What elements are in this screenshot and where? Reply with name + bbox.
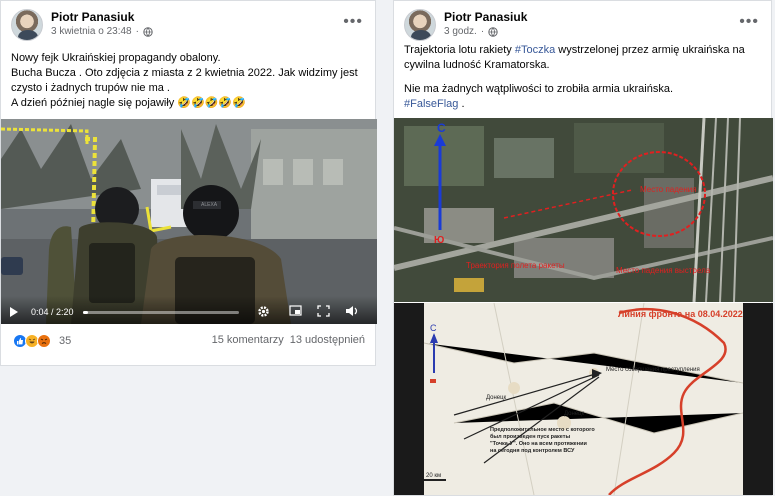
- engagement-stats: 15 komentarzy 13 udostępnień: [212, 334, 365, 346]
- frontline-map-image[interactable]: Линия фронта на 08.04.2022 С Место совер…: [394, 303, 773, 495]
- trajectory-label: Траектория полета ракеты: [466, 261, 565, 270]
- text-segment: wystrzelonej przez armię ukraińska na: [555, 44, 745, 56]
- video-time: 0:04 / 2:20: [31, 307, 74, 317]
- volume-icon[interactable]: [345, 305, 359, 317]
- post-text-line: #FalseFlag .: [404, 97, 761, 112]
- south-label: Ю: [434, 235, 444, 246]
- author-name[interactable]: Piotr Panasiuk: [51, 10, 134, 24]
- post-header: Piotr Panasiuk 3 godz. · •••: [404, 9, 761, 47]
- post-header: Piotr Panasiuk 3 kwietnia o 23:48 · •••: [11, 9, 365, 47]
- settings-gear-icon[interactable]: [257, 305, 270, 318]
- north-label: C: [437, 121, 446, 135]
- reactions-summary[interactable]: 35: [13, 334, 71, 348]
- post-meta: 3 kwietnia o 23:48 ·: [51, 26, 153, 37]
- launch-site-label-line: был произведен пуск ракеты: [490, 433, 570, 440]
- town-label: Донецк: [486, 395, 507, 401]
- post-meta: 3 godz. ·: [444, 26, 498, 37]
- video-frame: ALEXA: [1, 119, 377, 324]
- launch-site-label-line: Предположительное место с которого: [490, 427, 595, 433]
- angry-icon: [37, 334, 51, 348]
- map-title: Линия фронта на 08.04.2022: [618, 309, 743, 319]
- shares-count[interactable]: 13 udostępnień: [290, 334, 365, 346]
- more-options-icon[interactable]: •••: [343, 13, 363, 31]
- more-options-icon[interactable]: •••: [739, 13, 759, 31]
- post-text: Nowy fejk Ukraińskiej propagandy obalony…: [11, 51, 365, 111]
- video-progress-fill: [83, 311, 88, 314]
- post-text-line: Nie ma żadnych wątpliwości to zrobiła ar…: [404, 83, 673, 95]
- video-controls: 0:04 / 2:20: [1, 296, 377, 324]
- frontline-map-graphic: Линия фронта на 08.04.2022 С Место совер…: [394, 303, 773, 495]
- time-total: 2:20: [56, 307, 74, 317]
- scale-label: 20 км: [426, 473, 441, 479]
- picture-in-picture-icon[interactable]: [289, 305, 302, 317]
- post-text: Trajektoria lotu rakiety #Toczka wystrze…: [404, 43, 761, 112]
- timestamp[interactable]: 3 godz.: [444, 26, 477, 37]
- vehicle-text: ALEXA: [201, 202, 218, 208]
- post-text-line: Bucha Bucza . Oto zdjęcia z miasta z 2 k…: [11, 67, 358, 79]
- video-progress-bar[interactable]: [83, 311, 239, 314]
- text-segment: Trajektoria lotu rakiety: [404, 44, 515, 56]
- town-label: Донецк: [564, 411, 585, 417]
- crime-site-label: Место совершения преступления: [606, 367, 700, 373]
- comments-count[interactable]: 15 komentarzy: [212, 334, 284, 346]
- globe-icon: [143, 26, 153, 37]
- post-text-line: czysto i żadnych trupów nie ma .: [11, 82, 170, 94]
- hashtag-link[interactable]: #FalseFlag: [404, 98, 458, 110]
- post-text-line: A dzień później nagle się pojawiły 🤣🤣🤣🤣🤣: [11, 97, 246, 109]
- satellite-map-graphic: C Ю Место падения Траектория полета раке…: [394, 118, 773, 302]
- post-card-2: Piotr Panasiuk 3 godz. · ••• Trajektoria…: [393, 0, 773, 496]
- meta-separator: ·: [135, 26, 139, 37]
- time-current: 0:04: [31, 307, 49, 317]
- avatar[interactable]: [404, 9, 436, 41]
- text-segment: .: [458, 98, 465, 110]
- play-icon[interactable]: [9, 306, 19, 318]
- launch-site-label-line: "Точка-У". Оно на всем протяжении: [490, 441, 587, 447]
- post-text-line: Trajektoria lotu rakiety #Toczka wystrze…: [404, 43, 761, 58]
- post-card-1: Piotr Panasiuk 3 kwietnia o 23:48 · ••• …: [0, 0, 377, 366]
- launch-site-label-line: на сегодня под контролем ВСУ: [490, 448, 575, 454]
- hashtag-link[interactable]: #Toczka: [515, 44, 555, 56]
- avatar[interactable]: [11, 9, 43, 41]
- meta-separator: ·: [480, 26, 485, 37]
- north-label: С: [430, 323, 437, 333]
- video-player[interactable]: ALEXA 0:04 / 2:20: [1, 119, 377, 324]
- post-text-line: Nowy fejk Ukraińskiej propagandy obalony…: [11, 52, 221, 64]
- post-text-line: cywilna ludność Kramatorska.: [404, 59, 550, 71]
- time-separator: /: [48, 307, 57, 317]
- impact-label: Место падения: [640, 185, 697, 194]
- globe-icon: [488, 26, 498, 37]
- satellite-map-image[interactable]: C Ю Место падения Траектория полета раке…: [394, 118, 773, 302]
- author-name[interactable]: Piotr Panasiuk: [444, 10, 527, 24]
- reaction-count: 35: [59, 335, 72, 347]
- timestamp[interactable]: 3 kwietnia o 23:48: [51, 26, 132, 37]
- fullscreen-icon[interactable]: [317, 305, 330, 317]
- impact-shot-label: Место падения выстрела: [616, 266, 711, 275]
